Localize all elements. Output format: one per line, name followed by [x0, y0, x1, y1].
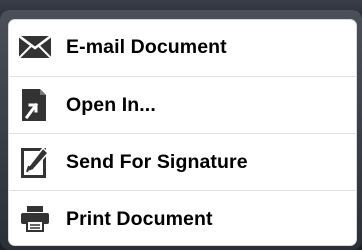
menu-item-label: Send For Signature [66, 150, 248, 173]
menu-item-send-for-signature[interactable]: Send For Signature [8, 134, 357, 190]
menu-item-label: Open In... [66, 93, 156, 116]
envelope-icon [19, 31, 51, 63]
menu-item-label: Print Document [66, 207, 213, 230]
share-action-menu: E-mail Document Open In... Send For Sign… [8, 19, 357, 246]
menu-item-open-in[interactable]: Open In... [8, 77, 357, 133]
pen-signature-icon [19, 146, 51, 178]
printer-icon [19, 203, 51, 235]
menu-item-label: E-mail Document [66, 35, 227, 58]
menu-item-email-document[interactable]: E-mail Document [8, 19, 357, 75]
menu-item-print-document[interactable]: Print Document [8, 191, 357, 246]
open-in-document-icon [19, 89, 51, 121]
